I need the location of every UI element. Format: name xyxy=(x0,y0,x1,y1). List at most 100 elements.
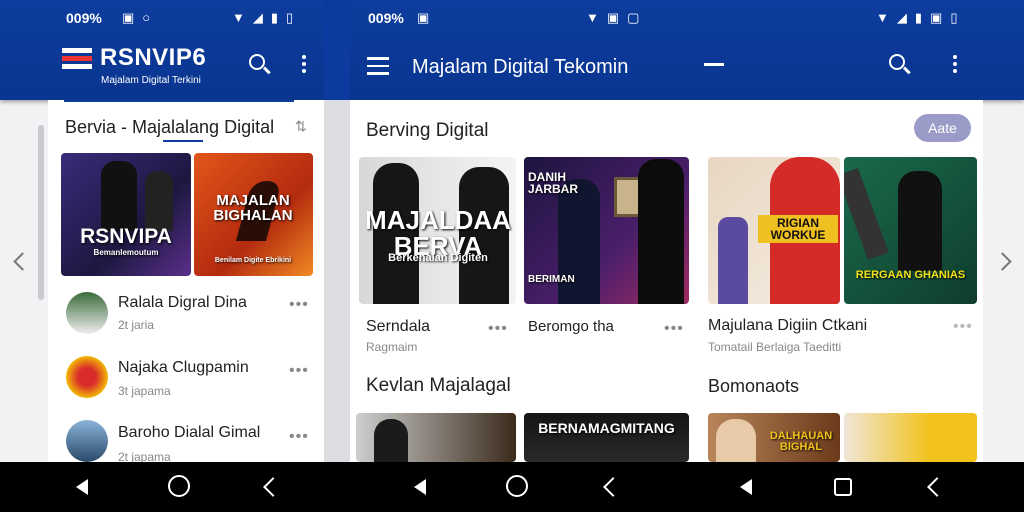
thumbnail-title: BERNAMAGMITANG xyxy=(538,420,675,436)
list-item-subtitle: 3t japama xyxy=(118,384,171,398)
home-icon[interactable] xyxy=(168,475,190,497)
person-figure xyxy=(898,171,942,271)
recent-apps-icon[interactable] xyxy=(834,478,852,496)
thumbnail-4[interactable]: RERGAAN GHANIAS xyxy=(844,157,977,304)
list-item-title: Ralala Digral Dina xyxy=(118,294,247,311)
more-icon[interactable]: ••• xyxy=(953,318,973,336)
list-item-subtitle: 2t japama xyxy=(118,450,171,462)
item-title: Majulana Digiin Ctkani xyxy=(708,317,868,334)
thumbnail-subtitle: RERGAAN GHANIAS xyxy=(855,269,966,281)
status-icons: ▣ xyxy=(417,10,429,26)
person-figure xyxy=(145,171,173,231)
battery-icon: ▮ xyxy=(270,10,279,25)
right-phone-screen: 009% ▣ ▼ ▣ ▢ ▼ ◢ ▮ ▣ ▯ Majalam Digital T… xyxy=(350,0,1024,462)
divider-top xyxy=(324,0,350,100)
wifi-icon: ▼ xyxy=(232,10,245,25)
thumbnail-subtitle: Benilam Digite Ebrikini xyxy=(214,257,292,264)
minus-icon[interactable] xyxy=(704,63,724,66)
signal-icon: ◢ xyxy=(896,10,907,25)
thumbnail-subtitle: Bemanlemoutum xyxy=(93,248,159,257)
title-underline xyxy=(163,140,203,142)
search-icon[interactable] xyxy=(889,54,911,76)
item-title: Serndala xyxy=(366,318,431,335)
person-figure xyxy=(716,419,756,462)
content-card: Bervia - Majalalang Digital ⇅ RSNVIPA Be… xyxy=(48,100,324,462)
back-icon[interactable] xyxy=(740,479,752,495)
back-chevron-icon[interactable] xyxy=(263,477,283,497)
sort-icon[interactable]: ⇅ xyxy=(295,118,307,135)
wifi-icon: ▼ xyxy=(586,10,599,25)
menu-icon[interactable] xyxy=(367,57,389,75)
square-icon: ▣ xyxy=(930,10,943,25)
list-item-title: Baroho Dialal Gimal xyxy=(118,424,261,441)
status-battery-text: 009% xyxy=(66,10,102,26)
thumbnail-title: RSNVIPA xyxy=(80,225,172,248)
card-top-line xyxy=(64,100,294,102)
person-figure xyxy=(101,161,137,231)
system-status-icons: ▼ ◢ ▮ ▯ xyxy=(232,10,293,26)
section-title: Bervia - Majalalang Digital xyxy=(65,117,275,137)
item-title: Beromgo tha xyxy=(528,318,614,335)
status-icons-center: ▼ ▣ ▢ xyxy=(586,10,639,26)
battery-icon: ▯ xyxy=(950,10,958,25)
notification-icon: ▣ xyxy=(122,10,135,25)
wifi-icon: ▼ xyxy=(876,10,889,25)
lock-icon: ▣ xyxy=(606,10,620,25)
status-icons: ▣ ○ xyxy=(122,10,150,26)
thumbnail-row2-1[interactable] xyxy=(356,413,516,462)
thumbnail-1[interactable]: MAJALDAA BERVA Berkenalan Digiten xyxy=(359,157,516,304)
more-icon[interactable]: ••• xyxy=(289,362,309,380)
scrollbar[interactable] xyxy=(38,125,44,300)
home-icon[interactable] xyxy=(506,475,528,497)
app-logo-icon xyxy=(62,48,92,74)
battery-icon: ▯ xyxy=(286,10,294,25)
person-figure xyxy=(558,179,600,304)
thumbnail-2[interactable]: DANIH JARBAR BERIMAN xyxy=(524,157,689,304)
chevron-left-icon[interactable] xyxy=(13,252,32,271)
back-chevron-icon[interactable] xyxy=(603,477,623,497)
more-options-icon[interactable] xyxy=(302,55,306,76)
more-icon[interactable]: ••• xyxy=(289,296,309,314)
dot-icon: ○ xyxy=(142,10,151,25)
thumbnail-title: DALHAUAN BIGHAL xyxy=(769,430,833,453)
system-navigation-bar xyxy=(0,462,1024,512)
thumbnail-3[interactable]: RIGIAN WORKUE xyxy=(708,157,840,304)
avatar xyxy=(66,420,108,462)
app-bar: 009% ▣ ○ ▼ ◢ ▮ ▯ RSNVIP6 Majalam Digital… xyxy=(0,0,324,100)
thumbnail-row2-2[interactable]: BERNAMAGMITANG xyxy=(524,413,689,462)
avatar xyxy=(66,356,108,398)
object-figure xyxy=(718,217,748,304)
back-icon[interactable] xyxy=(414,479,426,495)
thumbnail-row2-4[interactable] xyxy=(844,413,977,462)
thumbnail-1[interactable]: RSNVIPA Bemanlemoutum xyxy=(61,153,191,276)
list-item-title: Najaka Clugpamin xyxy=(118,359,249,376)
thumbnail-subtitle: Berkenalan Digiten xyxy=(388,252,488,264)
app-title: Majalam Digital Tekomin xyxy=(412,56,629,78)
thumbnail-subtitle: BERIMAN xyxy=(528,274,575,285)
app-bar: 009% ▣ ▼ ▣ ▢ ▼ ◢ ▮ ▣ ▯ Majalam Digital T… xyxy=(350,0,1024,100)
item-subtitle: Ragmaim xyxy=(366,340,418,354)
thumbnail-title: DANIH JARBAR xyxy=(528,170,579,196)
filter-chip[interactable]: Aate xyxy=(914,114,971,142)
thumbnail-title: RIGIAN WORKUE xyxy=(758,215,838,243)
thumbnail-row2-3[interactable]: DALHAUAN BIGHAL xyxy=(708,413,840,462)
more-options-icon[interactable] xyxy=(953,55,957,76)
back-chevron-icon[interactable] xyxy=(927,477,947,497)
thumbnail-title: MAJALAN BIGHALAN xyxy=(213,192,293,224)
more-icon[interactable]: ••• xyxy=(664,320,684,338)
left-phone-screen: 009% ▣ ○ ▼ ◢ ▮ ▯ RSNVIP6 Majalam Digital… xyxy=(0,0,324,462)
status-battery-text: 009% xyxy=(368,10,404,26)
more-icon[interactable]: ••• xyxy=(289,428,309,446)
back-icon[interactable] xyxy=(76,479,88,495)
section-title: Bomonaots xyxy=(708,376,800,396)
equipment-figure xyxy=(844,167,889,261)
search-icon[interactable] xyxy=(249,54,271,76)
system-status-icons: ▼ ◢ ▮ ▣ ▯ xyxy=(876,10,957,26)
avatar xyxy=(66,292,108,334)
list-item-subtitle: 2t jaria xyxy=(118,318,155,332)
more-icon[interactable]: ••• xyxy=(488,320,508,338)
chevron-right-icon[interactable] xyxy=(993,252,1012,271)
person-figure xyxy=(638,159,684,304)
thumbnail-2[interactable]: MAJALAN BIGHALAN Benilam Digite Ebrikini xyxy=(194,153,313,276)
battery-icon: ▮ xyxy=(914,10,923,25)
